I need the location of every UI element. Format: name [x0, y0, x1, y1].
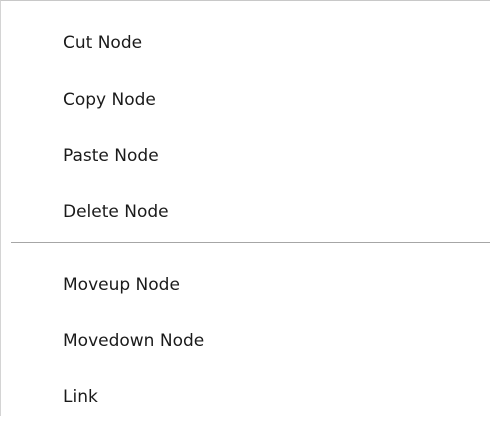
- menu-item-moveup-node[interactable]: Moveup Node: [1, 257, 490, 313]
- menu-separator: [11, 242, 490, 243]
- menu-item-cut-node[interactable]: Cut Node: [1, 15, 490, 71]
- menu-item-copy-node[interactable]: Copy Node: [1, 72, 490, 128]
- menu-item-paste-node[interactable]: Paste Node: [1, 128, 490, 184]
- menu-item-link[interactable]: Link: [1, 369, 490, 425]
- menu-item-movedown-node[interactable]: Movedown Node: [1, 313, 490, 369]
- menu-item-delete-node[interactable]: Delete Node: [1, 184, 490, 240]
- context-menu: Cut Node Copy Node Paste Node Delete Nod…: [0, 0, 490, 416]
